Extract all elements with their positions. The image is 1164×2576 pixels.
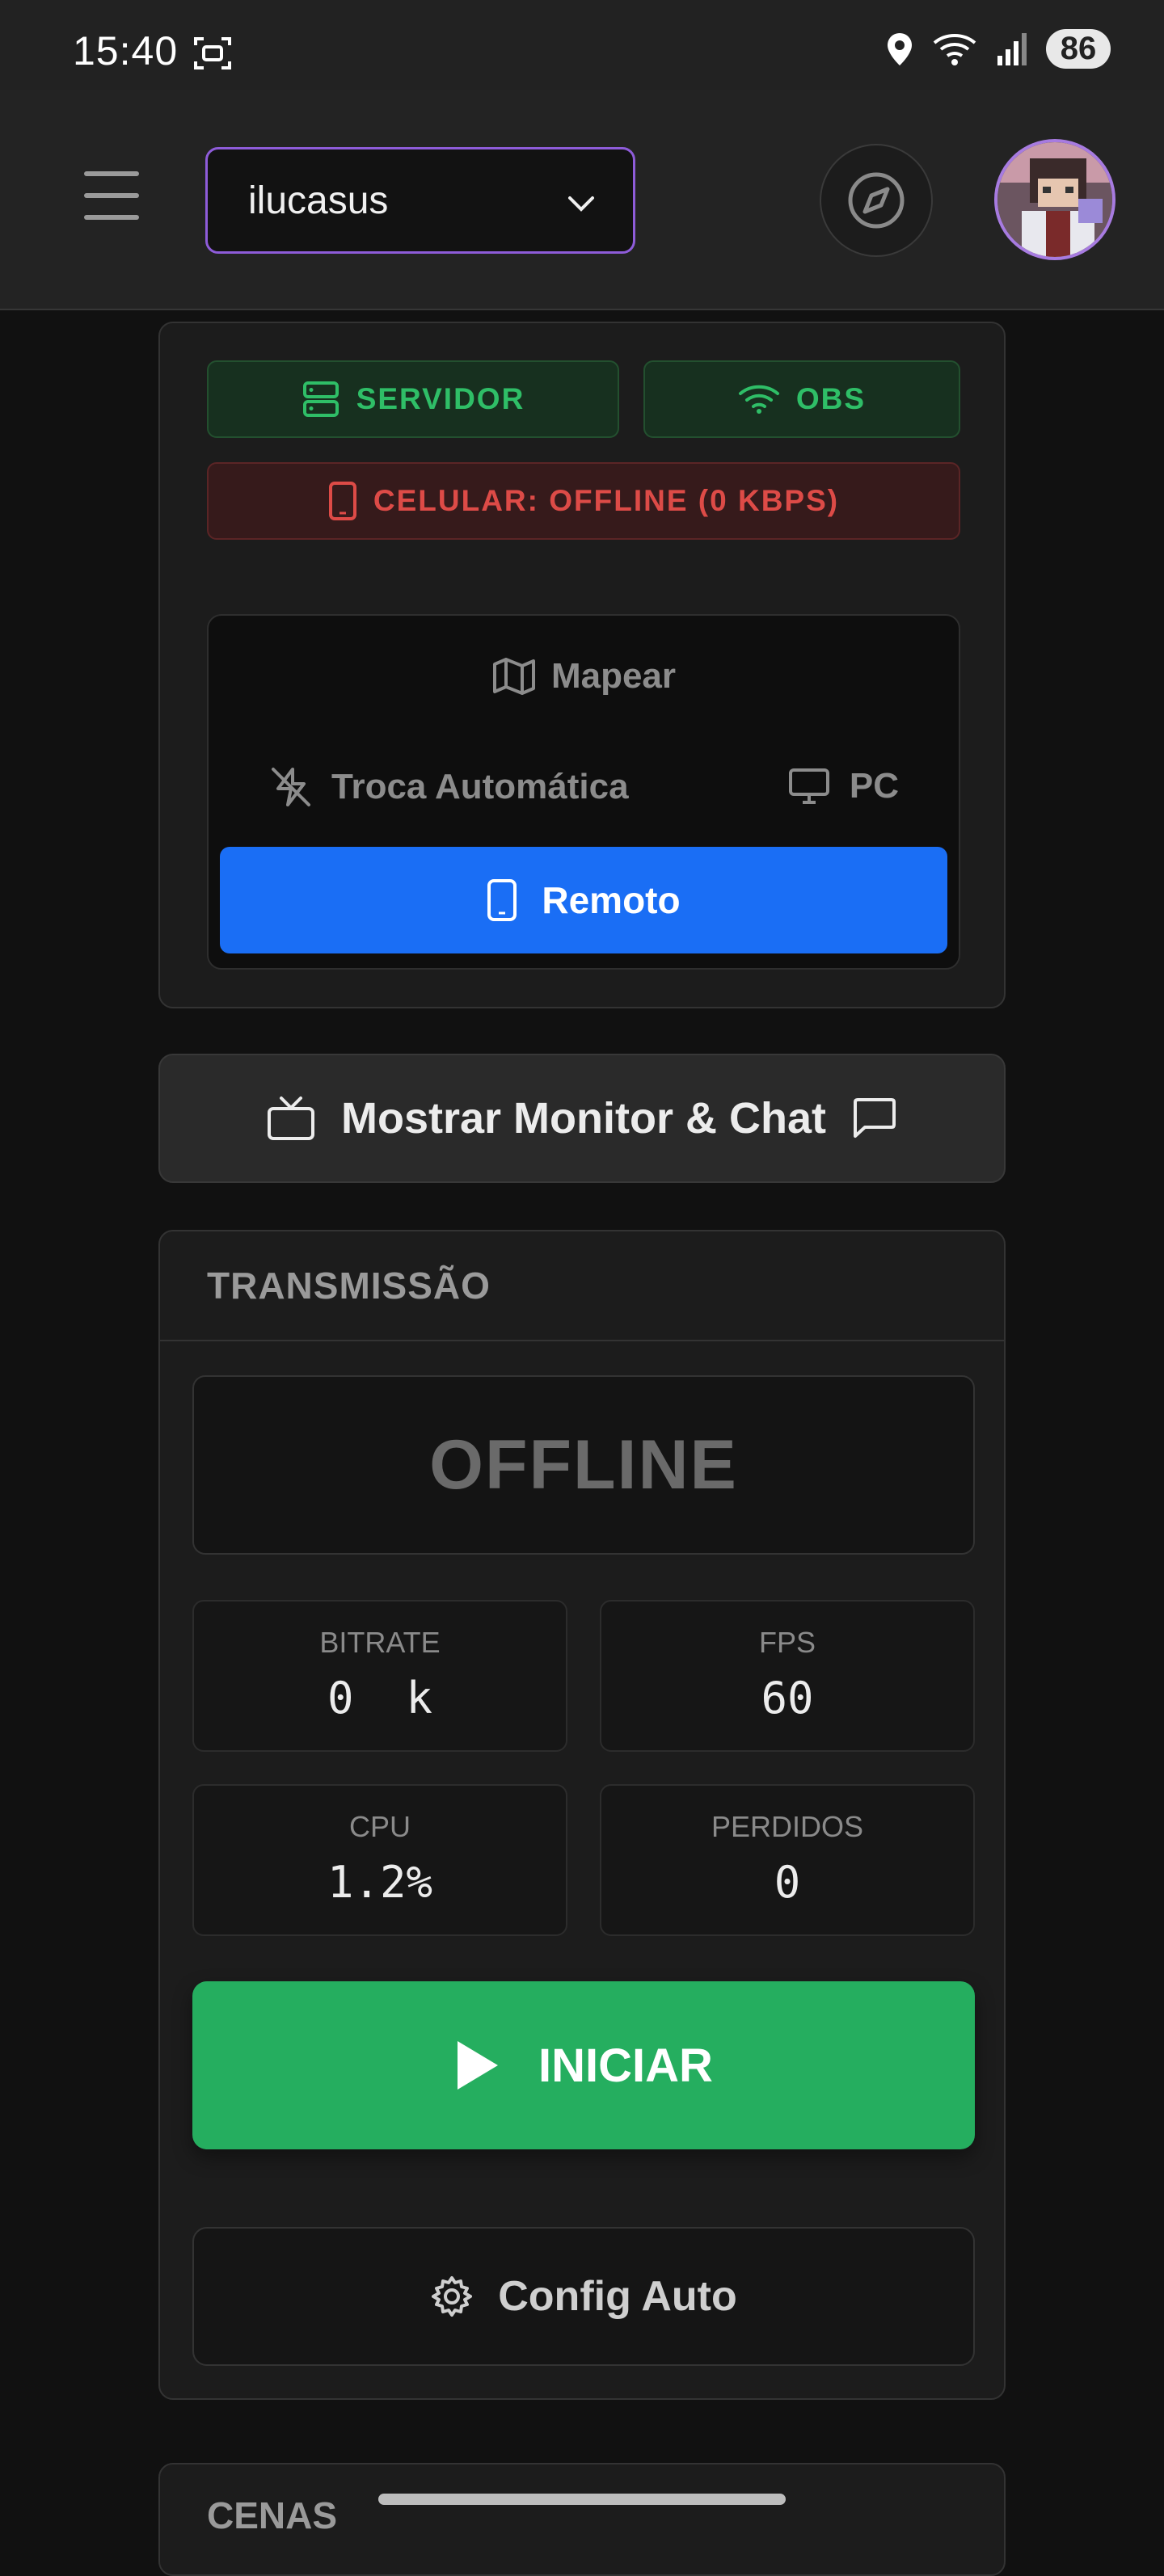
stat-value: 1.2% <box>327 1857 433 1908</box>
avatar[interactable] <box>994 139 1116 260</box>
stat-value: 60 <box>761 1673 814 1724</box>
status-time: 15:40 <box>73 28 179 74</box>
compass-button[interactable] <box>820 144 933 257</box>
stat-value: 0 <box>774 1857 801 1908</box>
tv-icon <box>268 1096 314 1140</box>
auto-switch-button[interactable]: Troca Automática <box>270 766 629 808</box>
connection-card: SERVIDOR OBS CELULAR: OFFLINE (0 KBPS) M… <box>158 322 1006 1008</box>
server-status-badge: SERVIDOR <box>207 360 619 438</box>
obs-status-badge: OBS <box>643 360 960 438</box>
app-header: ilucasus <box>0 90 1164 310</box>
menu-icon[interactable] <box>84 171 139 220</box>
account-select[interactable]: ilucasus <box>205 147 635 254</box>
stat-label: CPU <box>348 1810 411 1843</box>
monitor-icon <box>788 768 829 804</box>
location-icon <box>888 32 912 65</box>
stat-bitrate: BITRATE 0 k <box>192 1600 567 1752</box>
pc-button[interactable]: PC <box>788 766 899 806</box>
screen-record-icon <box>194 37 231 69</box>
obs-status-label: OBS <box>795 382 867 415</box>
config-auto-button[interactable]: Config Auto <box>192 2227 975 2366</box>
chevron-down-icon <box>568 196 594 212</box>
signal-icon <box>997 32 1027 65</box>
pc-button-label: PC <box>849 766 899 806</box>
wifi-icon <box>933 33 976 65</box>
smartphone-icon <box>487 879 517 921</box>
remote-button[interactable]: Remoto <box>220 847 947 953</box>
server-status-label: SERVIDOR <box>356 382 525 415</box>
server-icon <box>302 381 339 417</box>
stat-value: 0 k <box>327 1673 433 1724</box>
start-stream-button[interactable]: INICIAR <box>192 1981 975 2149</box>
show-monitor-chat-label: Mostrar Monitor & Chat <box>341 1094 826 1143</box>
config-auto-label: Config Auto <box>498 2273 737 2320</box>
stat-cpu: CPU 1.2% <box>192 1784 567 1936</box>
start-stream-label: INICIAR <box>538 2039 713 2092</box>
home-indicator[interactable] <box>378 2494 786 2505</box>
stat-label: BITRATE <box>319 1626 441 1659</box>
chat-icon <box>854 1098 896 1138</box>
wifi-icon <box>738 385 779 414</box>
auto-switch-label: Troca Automática <box>331 767 629 806</box>
transmission-title: TRANSMISSÃO <box>160 1231 1004 1341</box>
scenes-title: CENAS <box>207 2494 338 2536</box>
smartphone-icon <box>328 482 356 520</box>
play-icon <box>458 2041 499 2090</box>
show-monitor-chat-button[interactable]: Mostrar Monitor & Chat <box>158 1054 1006 1183</box>
stat-dropped: PERDIDOS 0 <box>600 1784 975 1936</box>
map-button-label: Mapear <box>550 656 677 696</box>
phone-status-label: CELULAR: OFFLINE (0 KBPS) <box>373 484 840 517</box>
remote-button-label: Remoto <box>542 879 681 921</box>
status-icons: 86 <box>886 29 1111 69</box>
compass-icon <box>848 172 905 229</box>
zap-off-icon <box>272 768 310 806</box>
stream-status: OFFLINE <box>192 1375 975 1555</box>
stat-fps: FPS 60 <box>600 1600 975 1752</box>
transmission-card: TRANSMISSÃO OFFLINE BITRATE 0 k FPS 60 C… <box>158 1230 1006 2400</box>
battery-level: 86 <box>1046 29 1111 69</box>
account-select-value: ilucasus <box>248 179 389 222</box>
stat-label: PERDIDOS <box>711 1810 864 1843</box>
map-icon <box>492 658 535 695</box>
status-bar: 15:40 86 <box>0 0 1164 90</box>
phone-status-badge: CELULAR: OFFLINE (0 KBPS) <box>207 462 960 540</box>
gear-icon <box>432 2276 473 2317</box>
stat-label: FPS <box>758 1626 816 1659</box>
scene-switcher: Mapear Troca Automática PC Remoto <box>207 614 960 970</box>
scenes-card: CENAS <box>158 2463 1006 2576</box>
avatar-image <box>997 142 1112 257</box>
map-button[interactable]: Mapear <box>209 656 959 697</box>
